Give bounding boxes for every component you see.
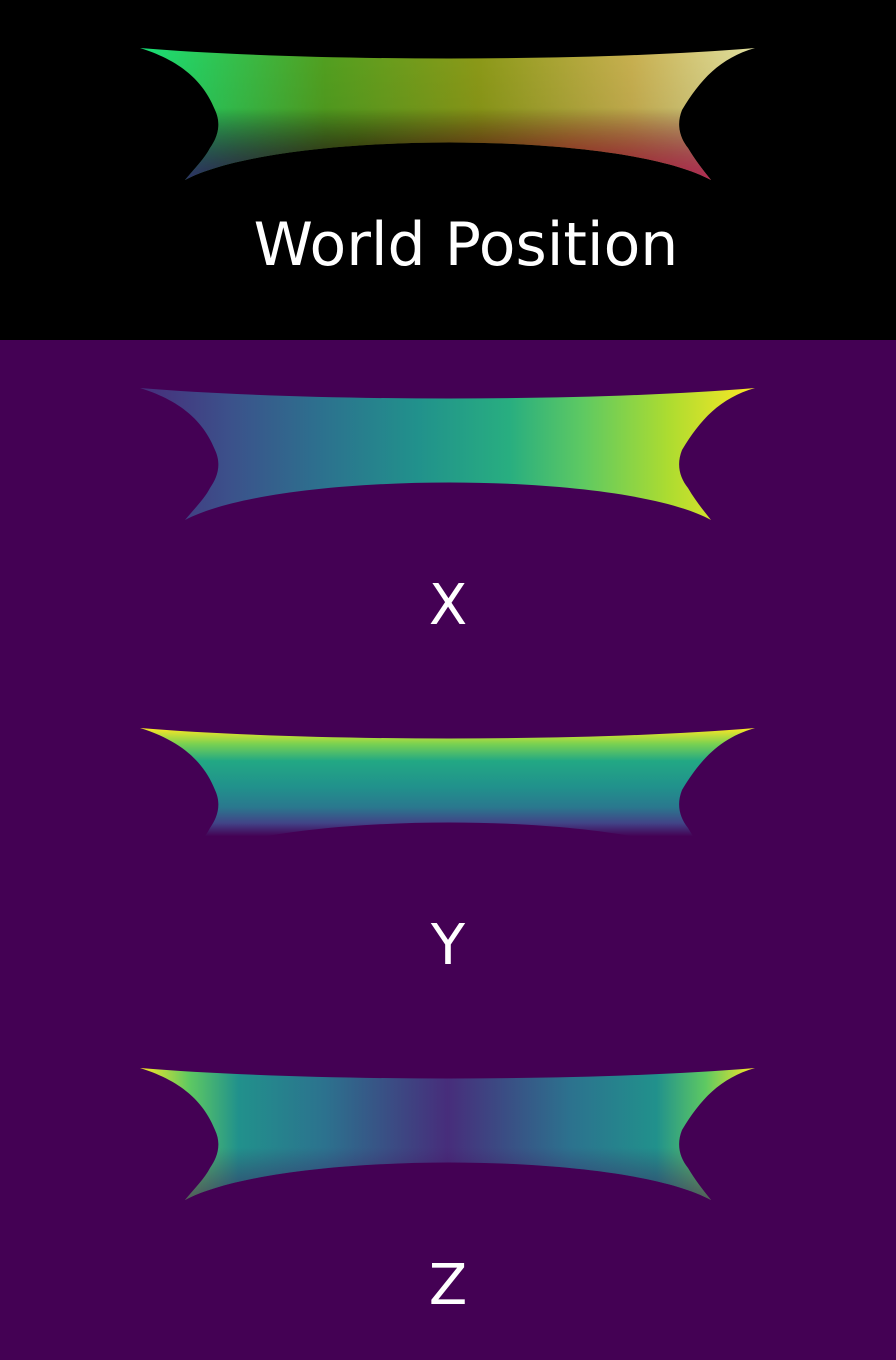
y-label: Y <box>430 913 466 978</box>
world-position-surface <box>140 48 755 180</box>
z-label: Z <box>428 1253 468 1318</box>
x-panel: X <box>0 340 896 680</box>
x-label: X <box>428 573 468 638</box>
world-position-panel: World Position <box>0 0 896 340</box>
y-surface <box>140 728 755 860</box>
y-panel: Y <box>0 680 896 1020</box>
z-surface <box>140 1068 755 1200</box>
x-surface <box>140 388 755 520</box>
z-panel: Z <box>0 1020 896 1360</box>
world-position-label: World Position <box>253 210 679 280</box>
